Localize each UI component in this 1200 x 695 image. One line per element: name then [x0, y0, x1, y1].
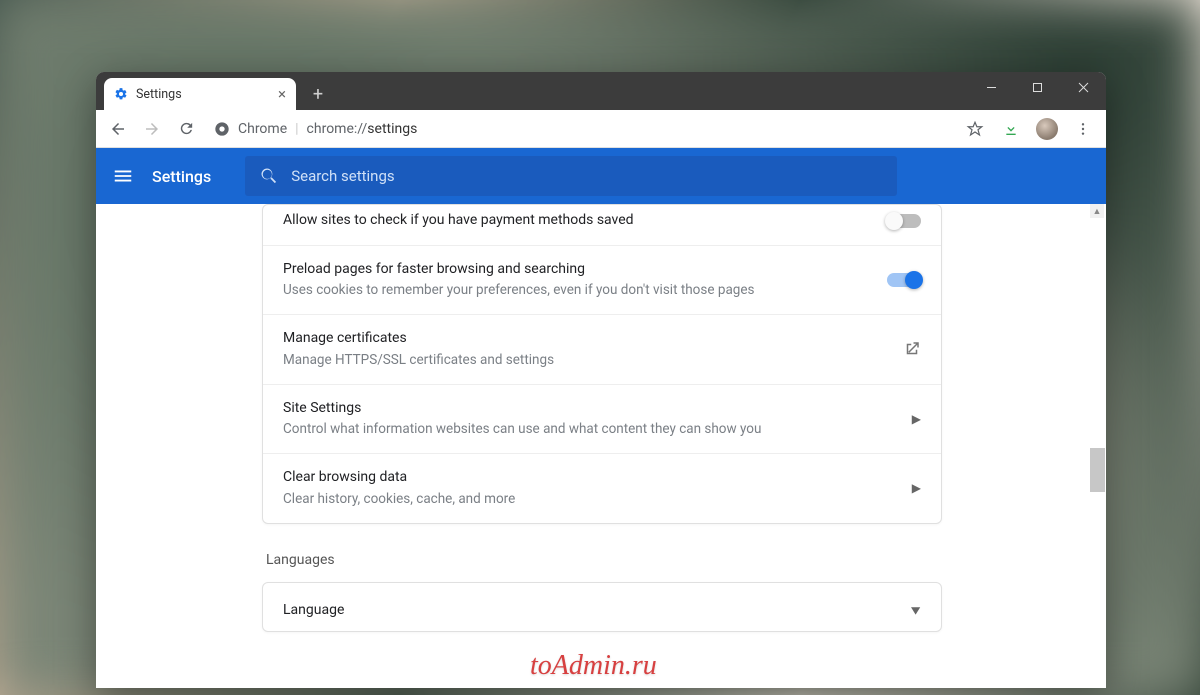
address-separator: | [295, 121, 298, 137]
reload-button[interactable] [172, 115, 200, 143]
browser-tab[interactable]: Settings × [104, 78, 296, 110]
maximize-button[interactable] [1014, 72, 1060, 102]
row-title: Language [283, 601, 912, 621]
browser-window: Settings × + Chrome | chrome://settings … [96, 72, 1106, 688]
row-clear-browsing-data[interactable]: Clear browsing data Clear history, cooki… [263, 453, 941, 522]
row-title: Preload pages for faster browsing and se… [283, 260, 887, 280]
row-title: Manage certificates [283, 329, 903, 349]
avatar-image [1036, 118, 1058, 140]
gear-icon [114, 87, 128, 101]
close-tab-icon[interactable]: × [278, 87, 286, 102]
settings-title: Settings [152, 167, 211, 186]
scroll-up-arrow[interactable]: ▲ [1090, 204, 1104, 218]
chrome-icon [214, 121, 230, 137]
close-window-button[interactable] [1060, 72, 1106, 102]
row-subtitle: Uses cookies to remember your preference… [283, 281, 887, 300]
minimize-button[interactable] [968, 72, 1014, 102]
row-payment-methods: Allow sites to check if you have payment… [263, 205, 941, 245]
search-icon [259, 166, 279, 186]
chrome-menu-icon[interactable] [1068, 114, 1098, 144]
settings-header: Settings [96, 148, 1106, 204]
bookmark-star-icon[interactable] [960, 114, 990, 144]
hamburger-menu-icon[interactable] [112, 165, 134, 187]
tab-title: Settings [136, 87, 182, 102]
search-settings-input[interactable] [291, 167, 883, 185]
back-button[interactable] [104, 115, 132, 143]
titlebar: Settings × + [96, 72, 1106, 110]
address-path: settings [367, 121, 417, 137]
row-subtitle: Clear history, cookies, cache, and more [283, 490, 912, 509]
new-tab-button[interactable]: + [304, 80, 332, 108]
row-subtitle: Manage HTTPS/SSL certificates and settin… [283, 351, 903, 370]
scrollbar-thumb[interactable] [1090, 448, 1105, 492]
row-subtitle: Control what information websites can us… [283, 420, 912, 439]
chevron-down-icon: ▶ [909, 607, 923, 614]
chevron-right-icon: ▶ [912, 412, 921, 426]
forward-button[interactable] [138, 115, 166, 143]
extension-download-icon[interactable] [996, 114, 1026, 144]
section-header-languages: Languages [266, 552, 942, 568]
row-manage-certificates[interactable]: Manage certificates Manage HTTPS/SSL cer… [263, 314, 941, 383]
row-language[interactable]: Language ▶ [263, 583, 941, 631]
address-prefix: Chrome [238, 121, 287, 137]
languages-card: Language ▶ [262, 582, 942, 632]
address-bar: Chrome | chrome://settings [96, 110, 1106, 148]
chevron-right-icon: ▶ [912, 481, 921, 495]
privacy-card: Allow sites to check if you have payment… [262, 204, 942, 524]
search-settings-box[interactable] [245, 156, 897, 196]
profile-avatar[interactable] [1032, 114, 1062, 144]
toggle-preload-pages[interactable] [887, 273, 921, 287]
settings-content[interactable]: ▲ Allow sites to check if you have payme… [96, 204, 1106, 688]
toggle-payment-methods[interactable] [887, 214, 921, 228]
row-preload-pages: Preload pages for faster browsing and se… [263, 245, 941, 314]
address-scheme: chrome:// [307, 121, 368, 137]
row-title: Clear browsing data [283, 468, 912, 488]
toggle-knob [905, 271, 923, 289]
row-title: Site Settings [283, 399, 912, 419]
row-title: Allow sites to check if you have payment… [283, 211, 887, 231]
row-site-settings[interactable]: Site Settings Control what information w… [263, 384, 941, 453]
toggle-knob [885, 212, 903, 230]
omnibox[interactable]: Chrome | chrome://settings [206, 121, 954, 137]
external-link-icon [903, 340, 921, 358]
window-controls [968, 72, 1106, 110]
